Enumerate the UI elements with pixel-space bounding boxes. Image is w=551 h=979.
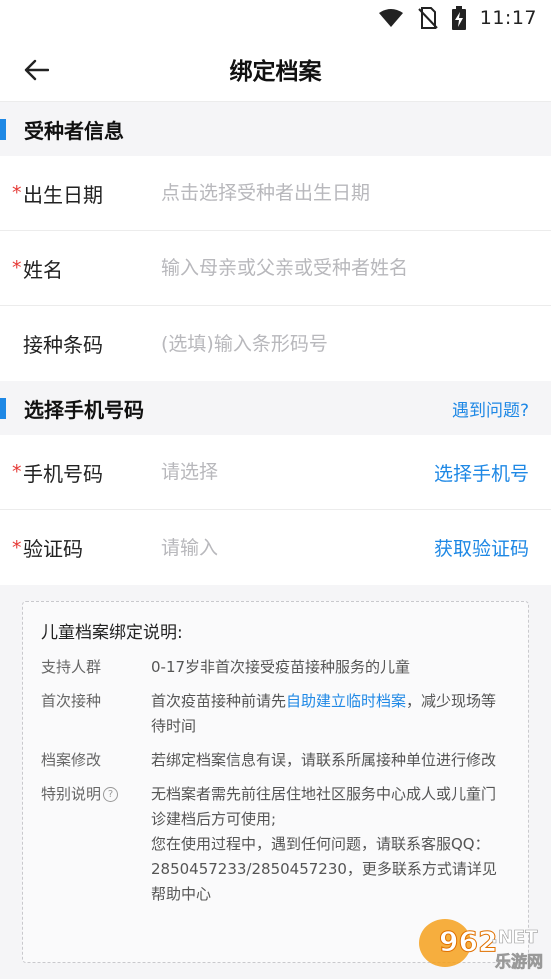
info-key: 支持人群: [41, 658, 102, 676]
recipient-form: * 出生日期 * 姓名 接种条码: [0, 156, 551, 381]
phone-row: * 手机号码 选择手机号: [0, 435, 551, 510]
no-sim-icon: [418, 7, 438, 29]
field-label: 验证码: [23, 537, 83, 561]
name-row: * 姓名: [0, 231, 551, 306]
info-key: 档案修改: [41, 751, 102, 769]
watermark-suffix: .NET: [491, 927, 538, 948]
battery-charging-icon: [451, 6, 466, 30]
create-temp-record-link[interactable]: 自助建立临时档案: [286, 692, 406, 710]
info-title: 儿童档案绑定说明:: [41, 623, 183, 643]
back-button[interactable]: [20, 54, 52, 86]
page-title: 绑定档案: [229, 58, 322, 85]
required-mark: *: [12, 257, 22, 279]
section-accent-bar: [0, 398, 6, 419]
watermark-subtitle: 乐游网: [495, 952, 543, 971]
phone-form: * 手机号码 选择手机号 * 验证码 获取验证码: [0, 435, 551, 585]
name-input[interactable]: [161, 257, 529, 279]
question-circle-icon[interactable]: ?: [103, 787, 119, 802]
info-key-with-icon: 特别说明 ?: [41, 782, 151, 907]
section-header-recipient: 受种者信息: [0, 102, 551, 156]
arrow-left-icon: [24, 59, 49, 81]
wifi-icon: [378, 8, 404, 28]
select-phone-button[interactable]: 选择手机号: [434, 459, 529, 486]
required-mark: *: [12, 182, 22, 204]
required-mark: *: [12, 461, 22, 483]
info-line: 无档案者需先前往居住地社区服务中心成人或儿童门诊建档后方可使用;: [151, 785, 497, 828]
code-row: * 验证码 获取验证码: [0, 510, 551, 585]
info-value: 首次疫苗接种前请先自助建立临时档案，减少现场等待时间: [151, 689, 510, 739]
info-row: 支持人群 0-17岁非首次接受疫苗接种服务的儿童: [41, 655, 510, 680]
required-mark: *: [12, 536, 22, 559]
section-header-phone: 选择手机号码 遇到问题?: [0, 381, 551, 435]
info-section: 儿童档案绑定说明: 支持人群 0-17岁非首次接受疫苗接种服务的儿童 首次接种 …: [0, 585, 551, 963]
navbar: 绑定档案: [0, 36, 551, 102]
watermark-logo: 962 .NET 乐游网: [415, 913, 543, 975]
barcode-row: 接种条码: [0, 306, 551, 381]
field-label: 接种条码: [23, 333, 103, 357]
section-accent-bar: [0, 119, 6, 140]
info-row: 档案修改 若绑定档案信息有误，请联系所属接种单位进行修改: [41, 748, 510, 773]
section-title: 选择手机号码: [24, 397, 144, 422]
barcode-input[interactable]: [161, 332, 529, 355]
info-key-label: 特别说明: [41, 785, 102, 803]
info-value: 若绑定档案信息有误，请联系所属接种单位进行修改: [151, 751, 497, 769]
info-row: 首次接种 首次疫苗接种前请先自助建立临时档案，减少现场等待时间: [41, 689, 510, 739]
field-label: 出生日期: [23, 182, 103, 207]
birthdate-row[interactable]: * 出生日期: [0, 156, 551, 231]
info-line: 您在使用过程中，遇到任何问题，请联系客服QQ：2850457233/285045…: [151, 835, 497, 903]
status-time: 11:17: [479, 7, 537, 29]
info-value: 无档案者需先前往居住地社区服务中心成人或儿童门诊建档后方可使用; 您在使用过程中…: [151, 782, 510, 907]
info-text: 首次疫苗接种前请先: [151, 692, 287, 710]
status-bar: 11:17: [0, 0, 551, 36]
watermark-number: 962: [439, 925, 497, 958]
info-row: 特别说明 ? 无档案者需先前往居住地社区服务中心成人或儿童门诊建档后方可使用; …: [41, 782, 510, 907]
field-label: 手机号码: [23, 461, 103, 486]
field-label: 姓名: [23, 257, 63, 282]
get-code-button[interactable]: 获取验证码: [434, 534, 529, 561]
verification-code-input[interactable]: [161, 536, 434, 559]
info-box: 儿童档案绑定说明: 支持人群 0-17岁非首次接受疫苗接种服务的儿童 首次接种 …: [22, 601, 529, 963]
info-key: 首次接种: [41, 692, 102, 710]
info-value: 0-17岁非首次接受疫苗接种服务的儿童: [151, 658, 411, 676]
birthdate-input[interactable]: [161, 182, 529, 204]
section-title: 受种者信息: [24, 118, 124, 143]
help-link[interactable]: 遇到问题?: [452, 396, 529, 421]
phone-input[interactable]: [161, 461, 434, 483]
